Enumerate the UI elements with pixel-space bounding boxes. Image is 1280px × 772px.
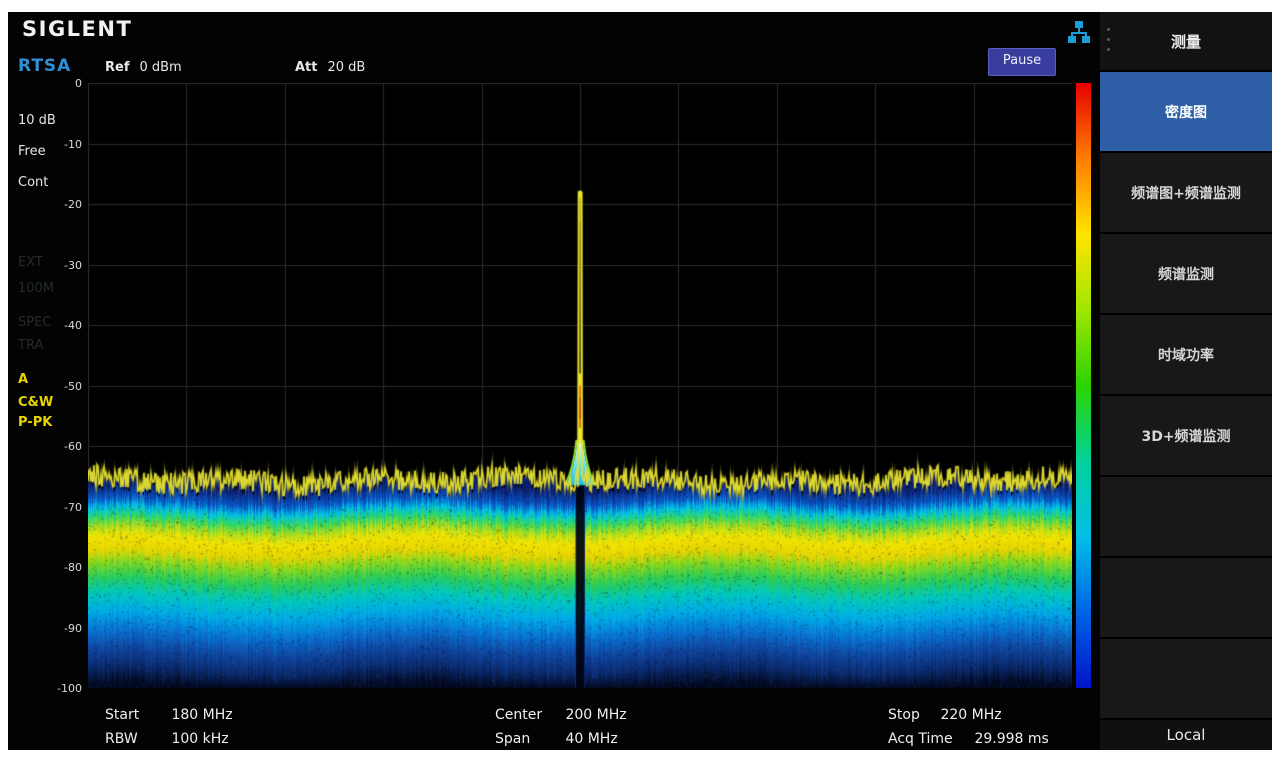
acq-label: Acq Time (888, 731, 970, 747)
y-tick--90: -90 (64, 622, 82, 635)
y-tick-0: 0 (75, 77, 82, 90)
ref-level: Ref 0 dBm (105, 60, 182, 75)
menu-item-4[interactable]: 3D+频谱监测 (1100, 394, 1272, 475)
mode-label: RTSA (18, 56, 71, 76)
span-label: Span (495, 731, 561, 747)
y-tick--70: -70 (64, 501, 82, 514)
att-label: Att (295, 60, 318, 75)
y-tick--20: -20 (64, 198, 82, 211)
y-tick--100: -100 (57, 682, 82, 695)
density-plot-canvas[interactable] (88, 83, 1072, 688)
menu-item-2[interactable]: 频谱监测 (1100, 232, 1272, 313)
menu-item-6[interactable] (1100, 556, 1272, 637)
menu-item-3[interactable]: 时域功率 (1100, 313, 1272, 394)
menu-item-7[interactable] (1100, 637, 1272, 718)
att-value: 20 dB (328, 60, 366, 75)
ref-label: Ref (105, 60, 129, 75)
pause-button[interactable]: Pause (988, 48, 1056, 76)
y-tick--50: -50 (64, 380, 82, 393)
density-colorbar (1076, 83, 1091, 688)
stop-label: Stop (888, 707, 936, 723)
siglent-logo: SIGLENT (22, 17, 132, 41)
menu-handle-dots[interactable] (1107, 28, 1110, 51)
attenuation: Att 20 dB (295, 60, 365, 75)
span: Span 40 MHz (495, 731, 618, 747)
rbw: RBW 100 kHz (105, 731, 229, 747)
y-tick--10: -10 (64, 138, 82, 151)
menu-item-5[interactable] (1100, 475, 1272, 556)
menu-title-label: 测量 (1171, 31, 1201, 52)
menu-item-0[interactable]: 密度图 (1100, 70, 1272, 151)
menu-title: 测量 (1100, 12, 1272, 70)
y-tick--80: -80 (64, 561, 82, 574)
y-tick--30: -30 (64, 259, 82, 272)
span-value: 40 MHz (565, 731, 617, 747)
stop-value: 220 MHz (940, 707, 1001, 723)
y-axis-tick-labels: 0-10-20-30-40-50-60-70-80-90-100 (8, 83, 84, 688)
start-label: Start (105, 707, 167, 723)
center-value: 200 MHz (565, 707, 626, 723)
center-frequency: Center 200 MHz (495, 707, 627, 723)
y-tick--40: -40 (64, 319, 82, 332)
rbw-label: RBW (105, 731, 167, 747)
lan-network-icon[interactable] (1066, 19, 1092, 45)
analyzer-screen: SIGLENT RTSA Ref0 dBm Att20 dB Pause 10 … (8, 12, 1272, 750)
local-button[interactable]: Local (1100, 718, 1272, 750)
acq-time: Acq Time 29.998 ms (888, 731, 1049, 747)
ref-value: 0 dBm (139, 60, 181, 75)
start-value: 180 MHz (171, 707, 232, 723)
measure-menu-sidebar: 测量 密度图频谱图+频谱监测频谱监测时域功率3D+频谱监测 Local (1100, 12, 1272, 750)
menu-item-1[interactable]: 频谱图+频谱监测 (1100, 151, 1272, 232)
y-tick--60: -60 (64, 440, 82, 453)
acq-value: 29.998 ms (974, 731, 1048, 747)
center-label: Center (495, 707, 561, 723)
start-frequency: Start 180 MHz (105, 707, 233, 723)
stop-frequency: Stop 220 MHz (888, 707, 1002, 723)
rbw-value: 100 kHz (171, 731, 228, 747)
